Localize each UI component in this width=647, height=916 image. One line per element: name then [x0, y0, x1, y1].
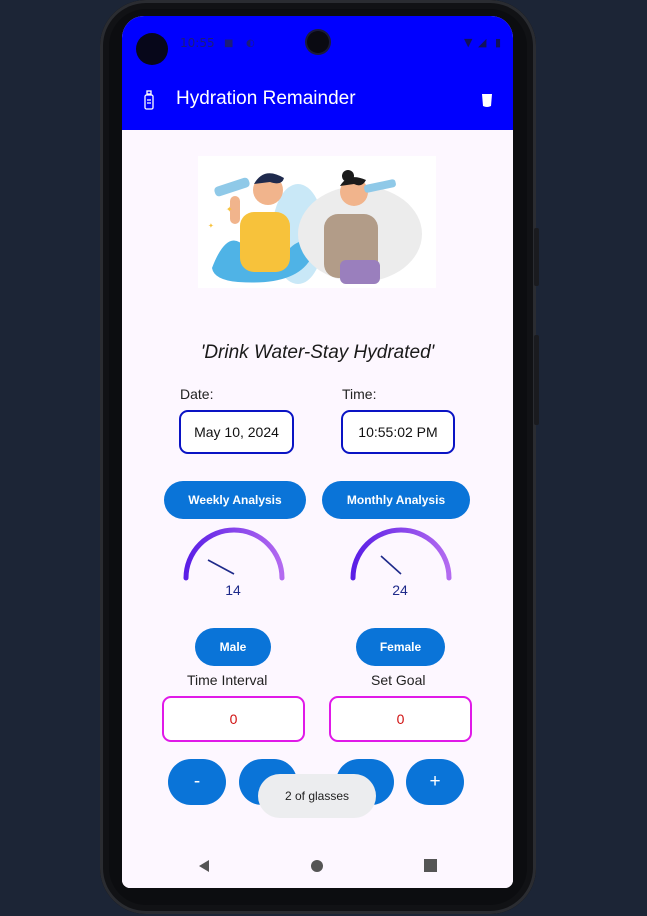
alarm-icon: ◐ — [246, 38, 255, 49]
monthly-gauge — [350, 527, 452, 581]
status-bar: 10:55 ■ ◐ ▼ ◢ ▮ — [122, 16, 513, 74]
female-button[interactable]: Female — [356, 628, 445, 666]
weekly-analysis-button[interactable]: Weekly Analysis — [164, 481, 306, 519]
tagline: 'Drink Water-Stay Hydrated' — [200, 342, 435, 363]
time-interval-input[interactable]: 0 — [162, 696, 305, 742]
wifi-icon: ▼ — [464, 36, 473, 49]
time-label: Time: — [342, 386, 377, 402]
weekly-value: 14 — [225, 582, 241, 598]
time-field[interactable]: 10:55:02 PM — [341, 410, 455, 454]
nav-home-icon[interactable] — [310, 859, 324, 873]
bottle-icon — [144, 90, 154, 110]
time-interval-label: Time Interval — [187, 672, 268, 688]
app-bar: Hydration Remainder — [122, 74, 513, 130]
signal-icon: ◢ — [478, 36, 487, 49]
monthly-analysis-button[interactable]: Monthly Analysis — [322, 481, 470, 519]
volume-button — [534, 228, 539, 286]
set-goal-input[interactable]: 0 — [329, 696, 472, 742]
male-button[interactable]: Male — [195, 628, 271, 666]
toast-message: 2 of glasses — [258, 774, 376, 818]
set-goal-label: Set Goal — [371, 672, 426, 688]
status-avatar — [136, 33, 168, 65]
cup-icon[interactable] — [480, 92, 494, 108]
monthly-value: 24 — [392, 582, 408, 598]
battery-icon: ▮ — [495, 36, 502, 49]
date-field[interactable]: May 10, 2024 — [179, 410, 294, 454]
nav-recents-icon[interactable] — [424, 859, 437, 872]
status-clock: 10:55 — [180, 36, 215, 50]
navigation-bar — [122, 844, 513, 888]
power-button — [534, 335, 539, 425]
app-title: Hydration Remainder — [176, 88, 356, 109]
front-camera — [307, 31, 329, 53]
app-screen: 10:55 ■ ◐ ▼ ◢ ▮ Hydration Remainder ✦ ✦ … — [122, 16, 513, 888]
hydration-illustration: ✦ ✦ — [198, 156, 436, 288]
weekly-gauge — [183, 527, 285, 581]
notification-icon: ■ — [224, 38, 234, 49]
svg-text:✦: ✦ — [208, 222, 214, 230]
svg-text:✦: ✦ — [226, 205, 233, 214]
increase-button[interactable]: + — [406, 759, 464, 805]
decrease-button[interactable]: - — [168, 759, 226, 805]
nav-back-icon[interactable] — [198, 859, 210, 873]
date-label: Date: — [180, 386, 214, 402]
